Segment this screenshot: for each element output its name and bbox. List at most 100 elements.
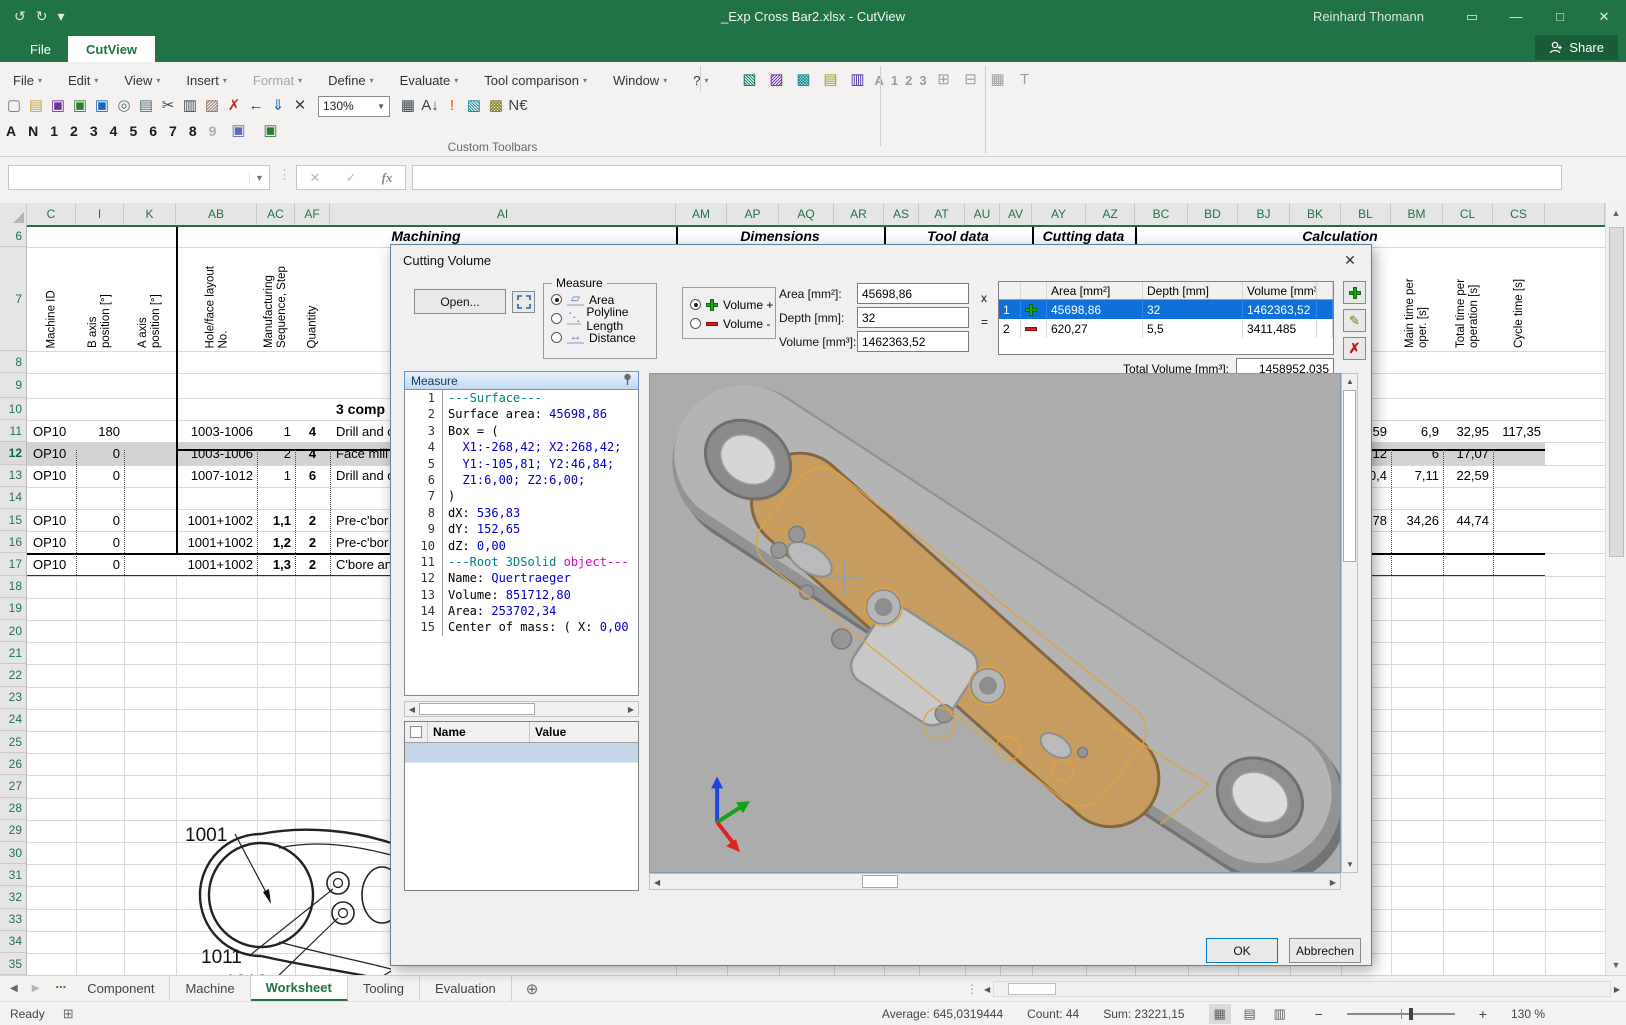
cell-AB16[interactable]: 1001+1002 — [176, 531, 257, 553]
text-options-icon[interactable]: T — [1015, 70, 1035, 90]
cell-CL13[interactable]: 22,59 — [1443, 465, 1493, 487]
formula-bar-handle[interactable]: ⋮ — [278, 167, 291, 183]
zoom-out-icon[interactable]: − — [1315, 1006, 1323, 1022]
column-header-K[interactable]: K — [124, 203, 176, 225]
normal-view-icon[interactable]: ▦ — [1209, 1004, 1231, 1024]
viewport-horizontal-scrollbar[interactable]: ◀ ▶ — [649, 873, 1341, 890]
formula-input[interactable] — [412, 165, 1562, 190]
toolbar-letter-9[interactable]: 9 — [209, 123, 217, 139]
paste-save-icon[interactable]: ▣ — [228, 121, 248, 141]
redo-icon[interactable]: ↻ — [36, 8, 48, 25]
vt-header-4[interactable]: Volume [mm³] — [1243, 282, 1317, 299]
sheet-tab-evaluation[interactable]: Evaluation — [420, 976, 512, 1001]
row-header-25[interactable]: 25 — [0, 731, 27, 753]
close-icon[interactable]: ✕ — [1582, 0, 1626, 33]
cut-icon[interactable]: ✂ — [158, 96, 178, 116]
compare-tools-icon[interactable]: ▧ — [739, 70, 759, 90]
column-header-AQ[interactable]: AQ — [779, 203, 834, 225]
save-export-icon[interactable]: ▣ — [70, 96, 90, 116]
currency-icon[interactable]: N€ — [508, 96, 528, 116]
row-header-12[interactable]: 12 — [0, 442, 27, 464]
sheet-horizontal-scrollbar[interactable]: ⋮ ◀ ▶ — [966, 976, 1626, 1002]
select-all-checkbox[interactable] — [405, 722, 428, 742]
save-import-icon[interactable]: ▣ — [92, 96, 112, 116]
zoom-slider[interactable] — [1347, 1013, 1455, 1015]
cell-AC15[interactable]: 1,1 — [257, 509, 295, 531]
toolbar-letter-6[interactable]: 6 — [149, 123, 157, 139]
cell-AB15[interactable]: 1001+1002 — [176, 509, 257, 531]
row-header-17[interactable]: 17 — [0, 553, 27, 575]
scroll-down-icon[interactable]: ▼ — [1346, 860, 1354, 869]
print-preview-icon[interactable]: ◎ — [114, 96, 134, 116]
dialog-title[interactable]: Cutting Volume — [391, 245, 1371, 275]
cell-AB11[interactable]: 1003-1006 — [176, 420, 257, 442]
field-value-2[interactable]: 1462363,52 — [857, 331, 969, 352]
new-file-icon[interactable]: ▢ — [4, 96, 24, 116]
cell-AC13[interactable]: 1 — [257, 465, 295, 487]
field-value-0[interactable]: 45698,86 — [857, 283, 969, 304]
menu-file[interactable]: File▾ — [13, 73, 42, 88]
cell-I15[interactable]: 0 — [76, 509, 124, 531]
cell-I17[interactable]: 0 — [76, 553, 124, 575]
row-header-30[interactable]: 30 — [0, 842, 27, 864]
toolbar-letter-N[interactable]: N — [28, 123, 38, 139]
sort-az-icon[interactable]: A↓ — [420, 96, 440, 116]
cell-I12[interactable]: 0 — [76, 442, 124, 464]
scroll-left-icon[interactable]: ◀ — [654, 878, 660, 887]
menu-evaluate[interactable]: Evaluate▾ — [400, 73, 459, 88]
copy-icon[interactable]: ▥ — [180, 96, 200, 116]
ribbon-tab-file[interactable]: File — [12, 36, 69, 62]
cell-AB13[interactable]: 1007-1012 — [176, 465, 257, 487]
expand-view-button[interactable] — [512, 291, 535, 313]
scrollbar-thumb[interactable] — [1609, 227, 1624, 557]
row-header-8[interactable]: 8 — [0, 351, 27, 373]
cell-AC16[interactable]: 1,2 — [257, 531, 295, 553]
dialog-close-icon[interactable]: ✕ — [1335, 249, 1365, 271]
row-header-15[interactable]: 15 — [0, 509, 27, 531]
cell-I16[interactable]: 0 — [76, 531, 124, 553]
measure-output-list[interactable]: 1---Surface---2Surface area: 45698,863Bo… — [404, 390, 639, 696]
radio-polyline-length[interactable]: ⋱Polyline Length — [551, 309, 656, 328]
row-header-9[interactable]: 9 — [0, 373, 27, 398]
column-header-BK[interactable]: BK — [1290, 203, 1341, 225]
cell-CS11[interactable]: 117,35 — [1493, 420, 1545, 442]
row-header-6[interactable]: 6 — [0, 225, 27, 247]
border-table-icon[interactable]: ⊟ — [961, 70, 981, 90]
row-header-20[interactable]: 20 — [0, 620, 27, 642]
measure-panel-header[interactable]: Measure — [404, 371, 639, 390]
menu-define[interactable]: Define▾ — [328, 73, 374, 88]
undo-icon[interactable]: ↺ — [14, 8, 26, 25]
column-header-I[interactable]: I — [76, 203, 124, 225]
menu-view[interactable]: View▾ — [124, 73, 160, 88]
menu-insert[interactable]: Insert▾ — [186, 73, 227, 88]
calculator-icon[interactable]: ▦ — [398, 96, 418, 116]
cancel-button[interactable]: Abbrechen — [1289, 938, 1361, 963]
zoom-combo[interactable]: 130%▼ — [318, 96, 390, 117]
scroll-down-icon[interactable]: ▼ — [1606, 960, 1626, 970]
warning-icon[interactable]: ! — [442, 96, 462, 116]
remove-row-icon[interactable]: ← — [246, 96, 266, 116]
column-header-C[interactable]: C — [27, 203, 76, 225]
sheet-tab-worksheet[interactable]: Worksheet — [251, 976, 348, 1001]
ok-button[interactable]: OK — [1206, 938, 1278, 963]
cell-CL11[interactable]: 32,95 — [1443, 420, 1493, 442]
edit-row-button[interactable]: ✎ — [1343, 309, 1366, 332]
zoom-level[interactable]: 130 % — [1511, 1007, 1545, 1021]
scrollbar-thumb[interactable] — [1343, 390, 1356, 562]
row-header-26[interactable]: 26 — [0, 753, 27, 775]
copy-evaluation-icon[interactable]: ▨ — [766, 70, 786, 90]
measure-panel-hscrollbar[interactable]: ◀ ▶ — [404, 701, 639, 717]
name-box[interactable]: ▼ — [8, 165, 270, 190]
toolbar-letter-5[interactable]: 5 — [129, 123, 137, 139]
column-header-AV[interactable]: AV — [1000, 203, 1032, 225]
column-header-CS[interactable]: CS — [1493, 203, 1545, 225]
insert-function-icon[interactable]: fx — [382, 170, 393, 186]
scrollbar-thumb[interactable] — [419, 703, 535, 715]
maximize-icon[interactable]: □ — [1538, 0, 1582, 33]
tab-overflow-dots[interactable]: ... — [49, 976, 72, 1001]
cell-C13[interactable]: OP10 — [27, 465, 76, 487]
ribbon-display-options-icon[interactable]: ▭ — [1450, 0, 1494, 33]
close-workbook-icon[interactable]: ✕ — [290, 96, 310, 116]
cell-C12[interactable]: OP10 — [27, 442, 76, 464]
confirm-entry-icon[interactable]: ✓ — [346, 170, 357, 186]
